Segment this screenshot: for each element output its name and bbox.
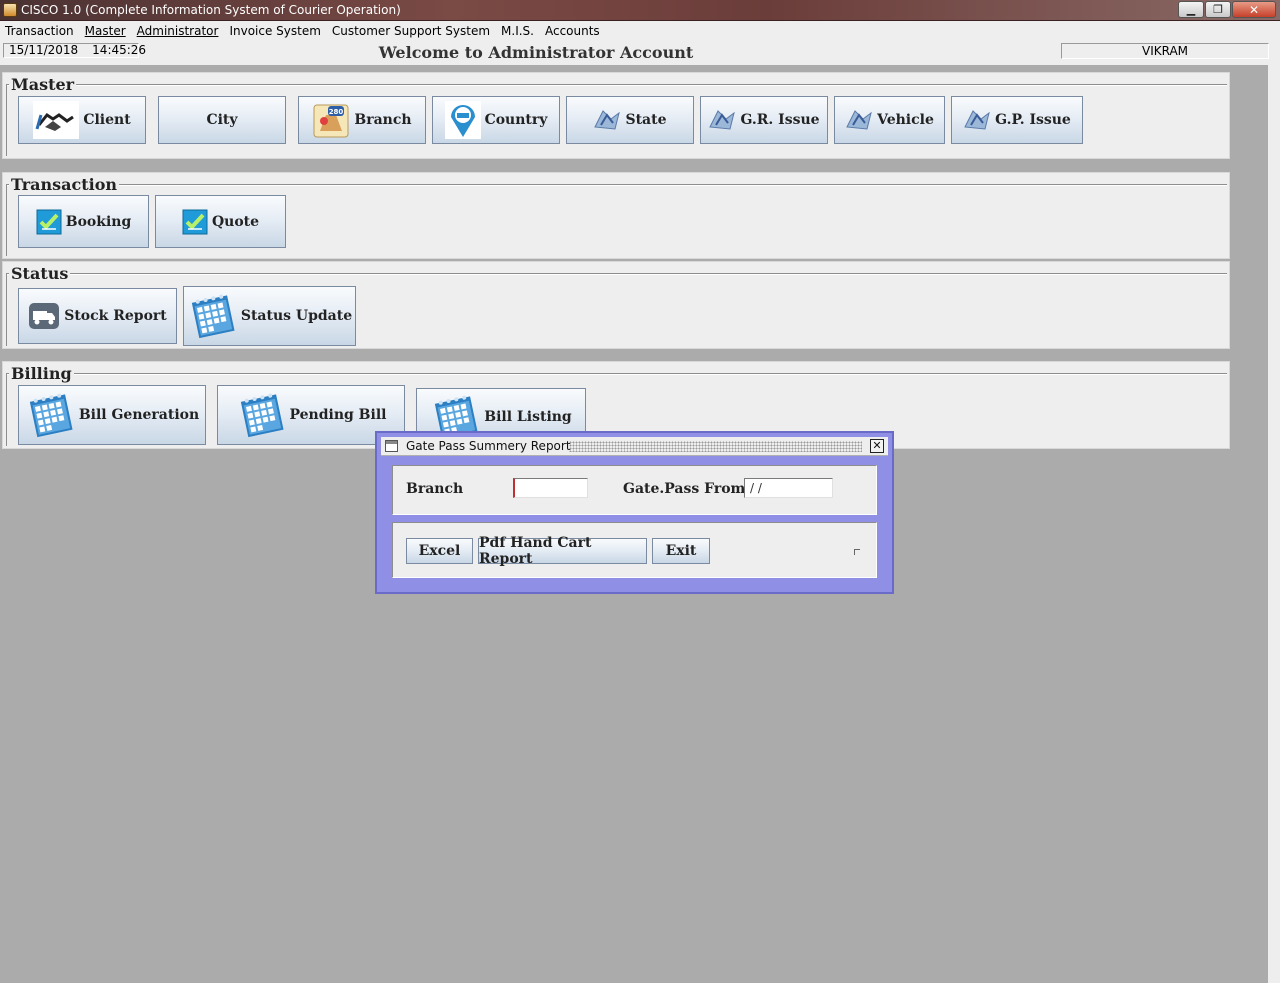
close-button[interactable]: ✕ bbox=[1232, 1, 1276, 18]
handshake-icon bbox=[33, 101, 80, 139]
gr-issue-label: G.R. Issue bbox=[740, 112, 820, 128]
filter-panel: Branch Gate.Pass From / / bbox=[392, 465, 877, 515]
master-section: Master Client City 280 Branch Country St… bbox=[2, 72, 1230, 159]
quote-button[interactable]: Quote bbox=[155, 195, 286, 248]
window-title: CISCO 1.0 (Complete Information System o… bbox=[21, 3, 401, 17]
checklist-icon bbox=[36, 209, 62, 235]
client-button[interactable]: Client bbox=[18, 96, 146, 144]
map-icon bbox=[845, 107, 873, 133]
vehicle-button[interactable]: Vehicle bbox=[834, 96, 945, 144]
state-button[interactable]: State bbox=[566, 96, 694, 144]
window-titlebar: CISCO 1.0 (Complete Information System o… bbox=[0, 0, 1280, 21]
svg-text:280: 280 bbox=[329, 108, 344, 116]
menu-accounts[interactable]: Accounts bbox=[540, 24, 606, 38]
city-label: City bbox=[206, 112, 238, 128]
bill-listing-label: Bill Listing bbox=[484, 408, 572, 425]
excel-button[interactable]: Excel bbox=[406, 538, 473, 564]
branch-label: Branch bbox=[406, 481, 464, 497]
close-icon: ✕ bbox=[1248, 2, 1260, 17]
section-border-left bbox=[6, 273, 7, 346]
status-row: 15/11/2018 14:45:26 Welcome to Administra… bbox=[0, 41, 1280, 65]
menu-invoice-system[interactable]: Invoice System bbox=[224, 24, 326, 38]
menu-transaction[interactable]: Transaction bbox=[0, 24, 80, 38]
menu-mis[interactable]: M.I.S. bbox=[496, 24, 540, 38]
status-section: Status Stock Report Status Update bbox=[2, 261, 1230, 349]
calendar-icon bbox=[187, 291, 237, 341]
section-border-left bbox=[6, 84, 7, 156]
menu-customer-support-system[interactable]: Customer Support System bbox=[327, 24, 496, 38]
gatepass-from-date-input[interactable]: / / bbox=[744, 478, 833, 498]
menu-bar: Transaction Master Administrator Invoice… bbox=[0, 21, 1280, 41]
action-panel: Excel Pdf Hand Cart Report Exit bbox=[392, 522, 877, 578]
branch-button[interactable]: 280 Branch bbox=[298, 96, 426, 144]
calendar-icon bbox=[236, 390, 286, 440]
logged-in-user: VIKRAM bbox=[1061, 43, 1269, 59]
window-controls: ▁ ❐ ✕ bbox=[1178, 1, 1276, 18]
gp-issue-label: G.P. Issue bbox=[995, 112, 1071, 128]
vertical-scroll-strip bbox=[1268, 65, 1280, 983]
gatepass-from-label: Gate.Pass From bbox=[623, 481, 746, 497]
dialog-title: Gate Pass Summery Report bbox=[406, 439, 571, 453]
checklist-icon bbox=[182, 209, 208, 235]
status-legend: Status bbox=[9, 264, 71, 283]
dialog-close-icon[interactable]: ✕ bbox=[870, 439, 884, 453]
status-update-button[interactable]: Status Update bbox=[183, 286, 356, 346]
booking-label: Booking bbox=[65, 213, 132, 230]
truck-icon bbox=[28, 302, 60, 330]
calendar-icon bbox=[25, 390, 75, 440]
map-icon bbox=[708, 107, 736, 133]
section-border bbox=[7, 273, 1227, 275]
menu-master[interactable]: Master bbox=[80, 24, 132, 38]
main-panel: Master Client City 280 Branch Country St… bbox=[0, 65, 1268, 451]
branch-label: Branch bbox=[354, 112, 412, 128]
transaction-legend: Transaction bbox=[9, 175, 120, 194]
resize-grip-icon bbox=[854, 549, 860, 555]
welcome-heading: Welcome to Administrator Account bbox=[378, 43, 694, 62]
titlebar-grip bbox=[569, 441, 862, 452]
map-icon bbox=[963, 107, 991, 133]
dialog-titlebar[interactable]: Gate Pass Summery Report ✕ bbox=[381, 437, 888, 456]
status-update-label: Status Update bbox=[240, 308, 353, 324]
quote-label: Quote bbox=[211, 213, 260, 230]
section-border-left bbox=[6, 373, 7, 446]
road-sign-icon: 280 bbox=[312, 101, 350, 139]
section-border bbox=[7, 184, 1227, 186]
billing-legend: Billing bbox=[9, 364, 74, 383]
map-icon bbox=[593, 107, 621, 133]
gp-issue-button[interactable]: G.P. Issue bbox=[951, 96, 1083, 144]
dialog-body: Branch Gate.Pass From / / Excel Pdf Hand… bbox=[381, 456, 888, 588]
java-app-icon bbox=[3, 3, 17, 17]
master-legend: Master bbox=[9, 75, 77, 94]
client-label: Client bbox=[83, 112, 131, 128]
restore-icon: ❐ bbox=[1213, 3, 1223, 16]
minimize-icon: ▁ bbox=[1186, 3, 1196, 16]
branch-input[interactable] bbox=[513, 478, 588, 498]
country-button[interactable]: Country bbox=[432, 96, 560, 144]
stock-report-button[interactable]: Stock Report bbox=[18, 288, 177, 344]
section-border bbox=[7, 373, 1227, 375]
stock-report-label: Stock Report bbox=[64, 308, 167, 324]
country-label: Country bbox=[484, 112, 548, 128]
menu-administrator[interactable]: Administrator bbox=[132, 24, 225, 38]
state-label: State bbox=[625, 112, 667, 128]
exit-button[interactable]: Exit bbox=[652, 538, 710, 564]
gate-pass-dialog: Gate Pass Summery Report ✕ Branch Gate.P… bbox=[375, 431, 894, 594]
maximize-button[interactable]: ❐ bbox=[1205, 1, 1231, 18]
section-border-left bbox=[6, 184, 7, 256]
vehicle-label: Vehicle bbox=[877, 112, 934, 128]
pdf-hand-cart-report-button[interactable]: Pdf Hand Cart Report bbox=[478, 535, 647, 567]
city-button[interactable]: City bbox=[158, 96, 286, 144]
bill-generation-label: Bill Generation bbox=[78, 407, 200, 423]
window-icon bbox=[385, 440, 398, 452]
bill-generation-button[interactable]: Bill Generation bbox=[18, 385, 206, 445]
section-border bbox=[7, 84, 1227, 86]
transaction-section: Transaction Booking Quote bbox=[2, 172, 1230, 259]
location-pin-icon bbox=[444, 101, 481, 139]
pending-bill-label: Pending Bill bbox=[289, 407, 387, 423]
booking-button[interactable]: Booking bbox=[18, 195, 149, 248]
gr-issue-button[interactable]: G.R. Issue bbox=[700, 96, 828, 144]
minimize-button[interactable]: ▁ bbox=[1178, 1, 1204, 18]
